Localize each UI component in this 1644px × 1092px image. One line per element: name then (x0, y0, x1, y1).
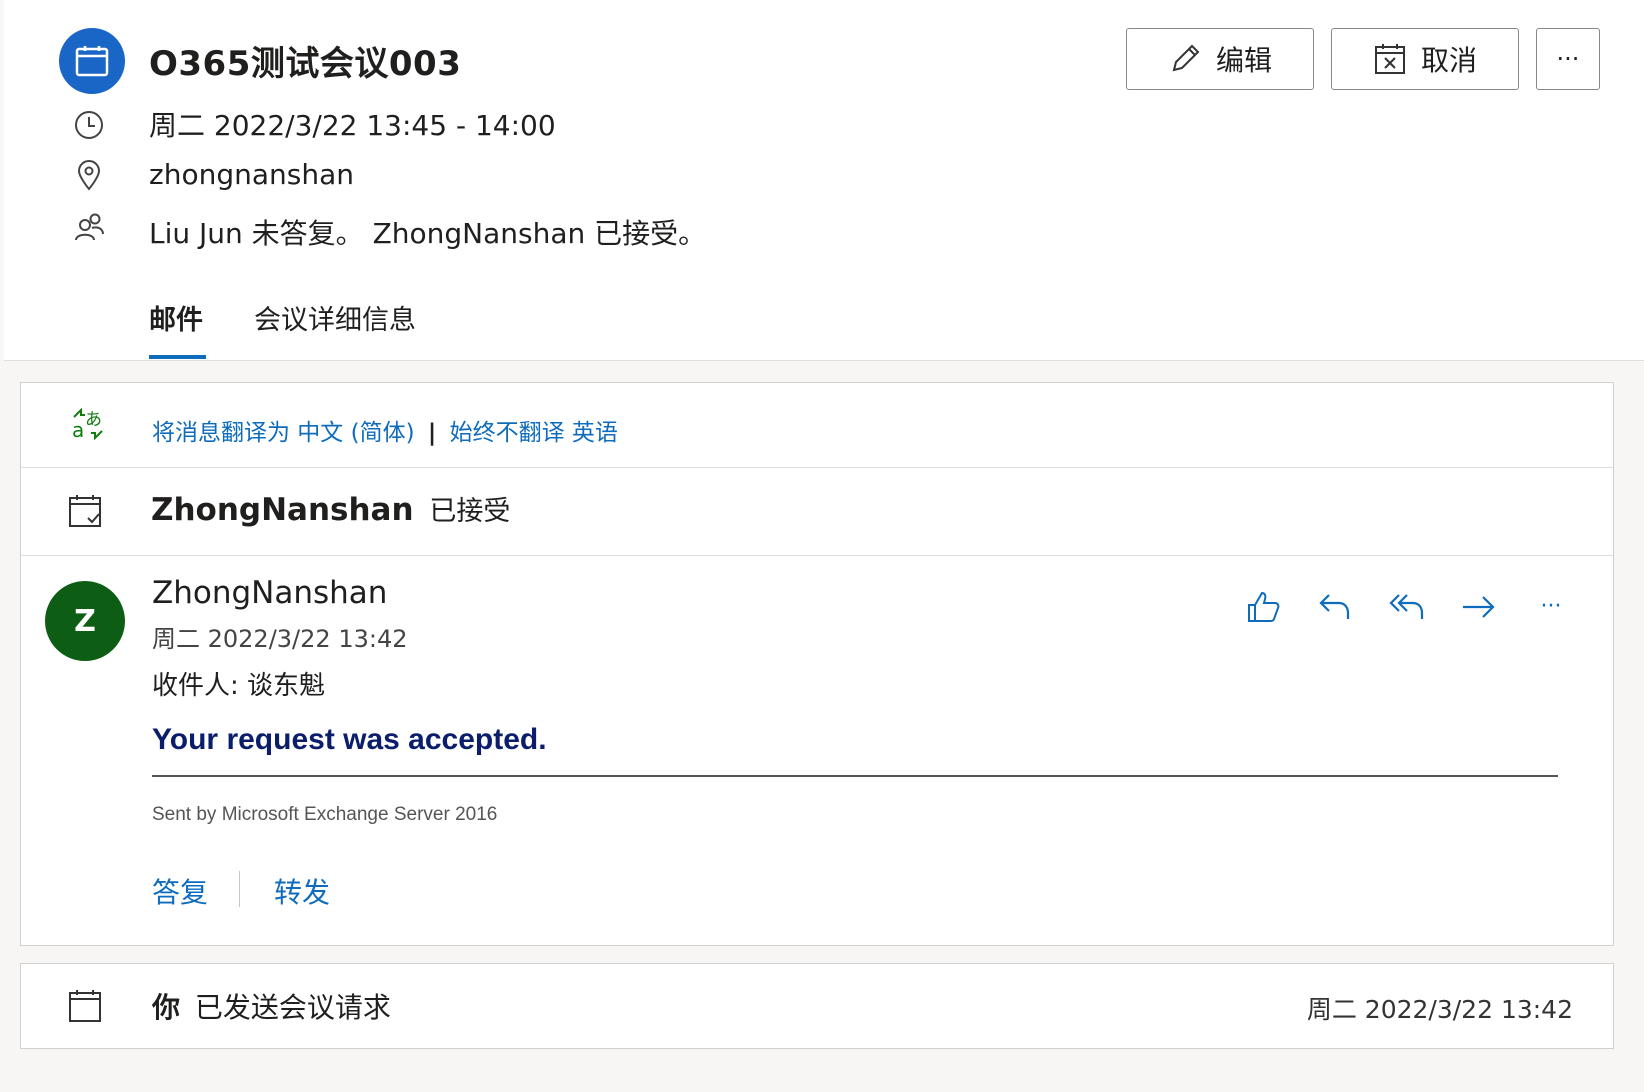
pencil-icon (1172, 44, 1200, 72)
reply-icon[interactable] (1315, 587, 1355, 627)
forward-icon[interactable] (1459, 587, 1499, 627)
translate-message-link[interactable]: 将消息翻译为 中文 (简体) (152, 420, 415, 446)
location-pin-icon (72, 158, 106, 192)
active-tab-indicator (149, 355, 206, 359)
like-icon[interactable] (1243, 587, 1283, 627)
body-heading: Your request was accepted. (152, 723, 547, 756)
event-location: zhongnanshan (149, 158, 354, 191)
tab-meeting-details[interactable]: 会议详细信息 (254, 298, 416, 337)
event-title: O365测试会议003 (149, 44, 462, 84)
sent-request-timestamp: 周二 2022/3/22 13:42 (1306, 995, 1573, 1024)
attendees-icon (72, 210, 106, 244)
message-timestamp: 周二 2022/3/22 13:42 (152, 625, 408, 653)
clock-icon (72, 108, 106, 142)
response-name: ZhongNanshan (151, 492, 414, 528)
svg-text:あ: あ (85, 410, 102, 430)
edit-label: 编辑 (1215, 44, 1272, 77)
sender-name[interactable]: ZhongNanshan (152, 575, 387, 611)
calendar-cancel-icon (1374, 44, 1405, 74)
translate-separator: | (427, 420, 437, 446)
divider (21, 467, 1613, 468)
sent-request-text: 已发送会议请求 (194, 991, 391, 1024)
more-options-button[interactable]: ··· (1536, 28, 1600, 90)
never-translate-link[interactable]: 始终不翻译 英语 (450, 420, 618, 446)
sent-request-row[interactable]: 你 已发送会议请求 周二 2022/3/22 13:42 (20, 963, 1614, 1049)
divider (21, 555, 1613, 556)
message-card: a あ 将消息翻译为 中文 (简体) | 始终不翻译 英语 ZhongNansh… (20, 382, 1614, 946)
body-rule (152, 775, 1558, 777)
sender-you: 你 (152, 991, 181, 1024)
reply-link[interactable]: 答复 (152, 871, 208, 911)
event-time: 周二 2022/3/22 13:45 - 14:00 (149, 109, 556, 142)
response-status: 已接受 (429, 496, 511, 527)
svg-text:a: a (72, 418, 84, 441)
event-attendees: Liu Jun 未答复。 ZhongNanshan 已接受。 (149, 217, 707, 250)
calendar-icon (59, 28, 125, 94)
edit-button[interactable]: 编辑 (1126, 28, 1314, 90)
tab-mail[interactable]: 邮件 (149, 298, 203, 337)
translate-icon: a あ (71, 407, 105, 445)
cancel-meeting-button[interactable]: 取消 (1331, 28, 1519, 90)
message-more-icon[interactable]: ··· (1531, 587, 1571, 627)
calendar-accepted-icon (67, 493, 103, 533)
recipient-line: 收件人: 谈东魁 (152, 671, 326, 701)
forward-link[interactable]: 转发 (274, 871, 330, 911)
body-footer: Sent by Microsoft Exchange Server 2016 (152, 804, 498, 825)
cancel-label: 取消 (1420, 44, 1477, 77)
event-header: O365测试会议003 周二 2022/3/22 13:45 - 14:00 z… (4, 0, 1644, 361)
reply-all-icon[interactable] (1387, 587, 1427, 627)
link-separator (239, 871, 240, 907)
more-icon: ··· (1556, 45, 1580, 73)
calendar-icon (67, 988, 103, 1028)
avatar[interactable]: Z (45, 581, 125, 661)
